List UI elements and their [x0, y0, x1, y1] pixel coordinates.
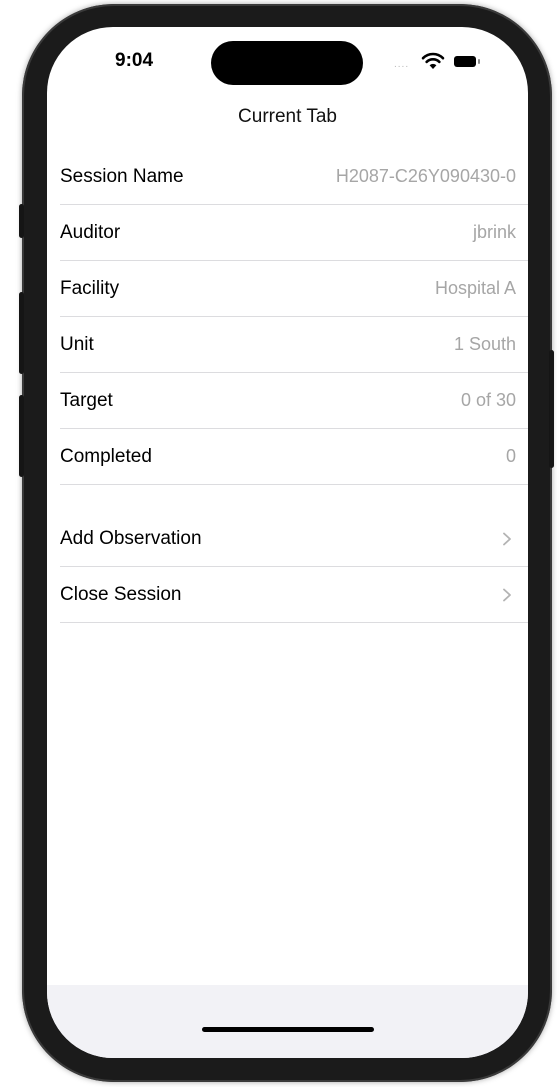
status-bar: 9:04 .... — [47, 27, 528, 97]
volume-down-button — [19, 395, 24, 477]
close-session-button[interactable]: Close Session — [60, 567, 528, 623]
target-row: Target 0 of 30 — [60, 373, 528, 429]
signal-indicator: .... — [394, 59, 410, 70]
session-details-list: Session Name H2087-C26Y090430-0 Auditor … — [60, 149, 528, 485]
power-button — [549, 350, 554, 468]
add-observation-button[interactable]: Add Observation — [60, 511, 528, 567]
wifi-icon — [421, 52, 445, 69]
session-name-label: Session Name — [60, 166, 184, 187]
chevron-right-icon — [503, 532, 511, 546]
action-button — [19, 204, 24, 238]
status-time: 9:04 — [115, 50, 154, 71]
app-screen: 9:04 .... Current Tab Session Name H2087… — [47, 27, 528, 1058]
auditor-row: Auditor jbrink — [60, 205, 528, 261]
battery-tip — [478, 59, 480, 64]
session-name-row: Session Name H2087-C26Y090430-0 — [60, 149, 528, 205]
session-name-value: H2087-C26Y090430-0 — [335, 166, 516, 186]
volume-up-button — [19, 292, 24, 374]
target-value: 0 of 30 — [460, 390, 516, 410]
bottom-bar — [47, 985, 528, 1058]
completed-value: 0 — [505, 446, 516, 466]
add-observation-label: Add Observation — [60, 528, 202, 549]
unit-value: 1 South — [453, 334, 516, 354]
close-session-label: Close Session — [60, 584, 182, 605]
auditor-value: jbrink — [472, 222, 516, 242]
target-label: Target — [60, 390, 113, 411]
facility-row: Facility Hospital A — [60, 261, 528, 317]
home-indicator[interactable] — [202, 1027, 374, 1032]
completed-label: Completed — [60, 446, 152, 467]
page-title: Current Tab — [238, 106, 337, 127]
battery-icon — [454, 56, 476, 67]
unit-row: Unit 1 South — [60, 317, 528, 373]
session-actions-list: Add Observation Close Session — [60, 511, 528, 623]
auditor-label: Auditor — [60, 222, 121, 243]
chevron-right-icon — [503, 588, 511, 602]
dynamic-island — [211, 41, 363, 85]
unit-label: Unit — [60, 334, 94, 355]
facility-label: Facility — [60, 278, 120, 299]
facility-value: Hospital A — [434, 278, 516, 298]
completed-row: Completed 0 — [60, 429, 528, 485]
